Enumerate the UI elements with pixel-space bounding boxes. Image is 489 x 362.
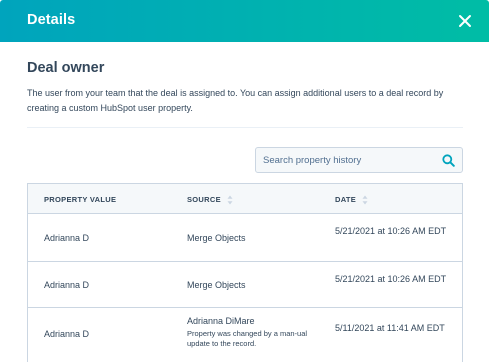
table-row: Adrianna D Merge Objects 5/21/2021 at 10… <box>28 262 462 308</box>
search-icon[interactable] <box>442 154 455 167</box>
sort-icon[interactable] <box>362 195 368 205</box>
source-cell: Merge Objects <box>187 280 246 290</box>
scroll-track[interactable] <box>480 42 489 362</box>
source-name: Adrianna DiMare <box>187 316 255 326</box>
search-input[interactable] <box>263 148 433 172</box>
property-value-cell: Adrianna D <box>44 233 90 243</box>
column-header-source[interactable]: SOURCE <box>187 195 233 205</box>
table-row: Adrianna D Adrianna DiMare Property was … <box>28 308 462 362</box>
table-row: Adrianna D Merge Objects 5/21/2021 at 10… <box>28 214 462 262</box>
date-cell: 5/21/2021 at 10:26 AM EDT <box>335 226 447 236</box>
property-history-table: PROPERTY VALUE SOURCE DATE Adrianna D Me… <box>27 183 463 362</box>
close-button[interactable] <box>452 8 478 34</box>
divider <box>27 127 463 128</box>
sort-icon[interactable] <box>227 195 233 205</box>
search-box <box>255 147 463 173</box>
details-modal: Details Deal owner The user from your te… <box>0 0 489 362</box>
source-detail: Property was changed by a man-ual update… <box>187 329 308 348</box>
source-cell: Adrianna DiMare Property was changed by … <box>187 316 317 349</box>
section-description: The user from your team that the deal is… <box>27 88 444 113</box>
column-header-label: SOURCE <box>187 195 221 204</box>
property-value-cell: Adrianna D <box>44 280 90 290</box>
table-header: PROPERTY VALUE SOURCE DATE <box>28 184 462 214</box>
column-header-property-value: PROPERTY VALUE <box>44 195 116 204</box>
modal-title: Details <box>27 12 76 28</box>
section-title: Deal owner <box>27 60 105 76</box>
source-cell: Merge Objects <box>187 233 246 243</box>
modal-header: Details <box>0 0 489 42</box>
date-cell: 5/21/2021 at 10:26 AM EDT <box>335 274 447 284</box>
close-icon <box>459 15 471 27</box>
property-value-cell: Adrianna D <box>44 329 90 339</box>
date-cell: 5/11/2021 at 11:41 AM EDT <box>335 323 445 333</box>
column-header-date[interactable]: DATE <box>335 195 368 205</box>
column-header-label: DATE <box>335 195 357 204</box>
column-header-label: PROPERTY VALUE <box>44 195 117 204</box>
